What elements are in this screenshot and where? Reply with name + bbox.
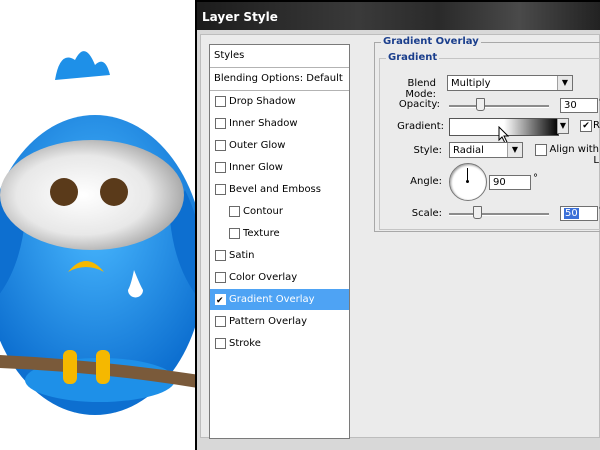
- checkbox-icon[interactable]: [215, 140, 226, 151]
- checkbox-icon[interactable]: [215, 250, 226, 261]
- dialog-body: Styles Blending Options: Default Drop Sh…: [197, 30, 600, 450]
- style-item-gradient-overlay[interactable]: ✔ Gradient Overlay: [210, 289, 349, 310]
- style-item-drop-shadow[interactable]: Drop Shadow: [210, 91, 349, 112]
- check-icon: ✔: [216, 296, 224, 306]
- style-item-stroke[interactable]: Stroke: [210, 333, 349, 354]
- opacity-label: Opacity:: [398, 99, 440, 110]
- scale-slider-track[interactable]: [449, 213, 549, 216]
- style-item-contour[interactable]: Contour: [210, 201, 349, 222]
- angle-dial-icon[interactable]: [449, 163, 487, 201]
- angle-value: 90: [493, 177, 506, 188]
- style-item-pattern-overlay[interactable]: Pattern Overlay: [210, 311, 349, 332]
- dropdown-arrow-icon: ▼: [507, 143, 522, 157]
- style-item-satin[interactable]: Satin: [210, 245, 349, 266]
- layer-style-dialog: Layer Style Styles Blending Options: Def…: [195, 0, 600, 450]
- dialog-inner: Styles Blending Options: Default Drop Sh…: [200, 34, 600, 439]
- checkbox-icon[interactable]: [215, 96, 226, 107]
- scale-value: 50: [564, 208, 579, 219]
- styles-header[interactable]: Styles: [210, 45, 349, 68]
- blending-options-item[interactable]: Blending Options: Default: [210, 68, 349, 91]
- checkbox-icon[interactable]: [229, 228, 240, 239]
- gradient-dropdown[interactable]: ▼: [557, 118, 569, 134]
- scale-label: Scale:: [411, 208, 442, 219]
- checkbox-icon[interactable]: [215, 184, 226, 195]
- dropdown-arrow-icon: ▼: [557, 76, 572, 90]
- window-title: Layer Style: [197, 2, 600, 30]
- scale-input[interactable]: 50: [560, 206, 598, 221]
- checkbox-icon[interactable]: [215, 316, 226, 327]
- angle-label: Angle:: [410, 176, 442, 187]
- reverse-label: Re: [593, 120, 600, 131]
- styles-list: Styles Blending Options: Default Drop Sh…: [209, 44, 350, 439]
- checkbox-icon[interactable]: [215, 118, 226, 129]
- opacity-slider-track[interactable]: [449, 105, 549, 108]
- style-item-color-overlay[interactable]: Color Overlay: [210, 267, 349, 288]
- blend-mode-select[interactable]: Multiply ▼: [447, 75, 573, 91]
- angle-degree: °: [533, 173, 538, 184]
- style-item-bevel-emboss[interactable]: Bevel and Emboss: [210, 179, 349, 200]
- style-item-inner-shadow[interactable]: Inner Shadow: [210, 113, 349, 134]
- scale-slider-thumb[interactable]: [473, 206, 482, 219]
- reverse-checkbox[interactable]: ✔: [580, 120, 592, 132]
- style-select[interactable]: Radial ▼: [449, 142, 523, 158]
- checkbox-icon[interactable]: [229, 206, 240, 217]
- angle-input[interactable]: 90: [489, 175, 531, 190]
- dropdown-arrow-icon: ▼: [557, 119, 568, 133]
- checkbox-icon[interactable]: ✔: [215, 294, 226, 306]
- blend-mode-label: Blend Mode:: [405, 78, 436, 100]
- angle-center: [466, 180, 469, 183]
- opacity-slider-thumb[interactable]: [476, 98, 485, 111]
- style-item-inner-glow[interactable]: Inner Glow: [210, 157, 349, 178]
- checkbox-icon[interactable]: [215, 338, 226, 349]
- checkbox-icon[interactable]: [215, 272, 226, 283]
- panel-title: Gradient Overlay: [381, 36, 481, 47]
- style-label: Style:: [413, 145, 443, 156]
- style-item-outer-glow[interactable]: Outer Glow: [210, 135, 349, 156]
- checkbox-icon[interactable]: [215, 162, 226, 173]
- align-with-layer-checkbox[interactable]: [535, 144, 547, 156]
- align-label: Align with L: [549, 144, 599, 166]
- opacity-input[interactable]: 30: [560, 98, 598, 113]
- gradient-label: Gradient:: [397, 121, 444, 132]
- style-item-texture[interactable]: Texture: [210, 223, 349, 244]
- section-title: Gradient: [386, 52, 440, 63]
- opacity-value: 30: [564, 100, 577, 111]
- blend-mode-value: Multiply: [451, 78, 491, 89]
- style-value: Radial: [453, 145, 484, 156]
- bird-illustration: [0, 51, 205, 415]
